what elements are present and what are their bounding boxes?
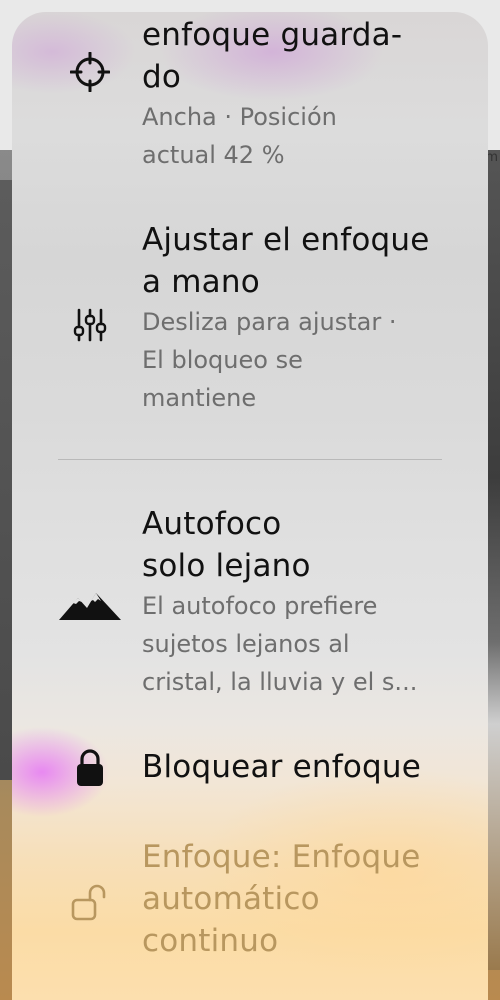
menu-item-saved-focus[interactable]: enfoque guarda- do Ancha · Posición actu…	[12, 14, 488, 174]
menu-item-title: Autofoco solo lejano	[142, 506, 311, 584]
menu-item-title: Ajustar el enfoque a mano	[142, 222, 430, 300]
menu-item-subtitle: El autofoco prefiere sujetos lejanos al …	[142, 592, 418, 696]
mountains-icon	[58, 583, 124, 627]
menu-item-title: Enfoque: Enfoque automático continuo	[142, 839, 421, 959]
lock-icon	[68, 746, 112, 790]
unlock-icon	[68, 880, 112, 924]
menu-item-lock-focus[interactable]: Bloquear enfoque	[12, 746, 488, 788]
menu-item-title: Bloquear enfoque	[142, 749, 422, 785]
menu-item-title: enfoque guarda- do	[142, 17, 403, 95]
menu-item-subtitle: Ancha · Posición actual 42 %	[142, 103, 337, 169]
crosshair-icon	[68, 50, 112, 94]
menu-item-manual-focus[interactable]: Ajustar el enfoque a mano Desliza para a…	[12, 219, 488, 417]
focus-context-menu: enfoque guarda- do Ancha · Posición actu…	[12, 12, 488, 1000]
menu-divider	[58, 459, 442, 460]
menu-item-autofocus-far[interactable]: Autofoco solo lejano El autofoco prefier…	[12, 503, 488, 701]
menu-item-subtitle: Desliza para ajustar · El bloqueo se man…	[142, 308, 397, 412]
sliders-icon	[68, 303, 112, 347]
menu-item-focus-mode: Enfoque: Enfoque automático continuo	[12, 836, 488, 962]
